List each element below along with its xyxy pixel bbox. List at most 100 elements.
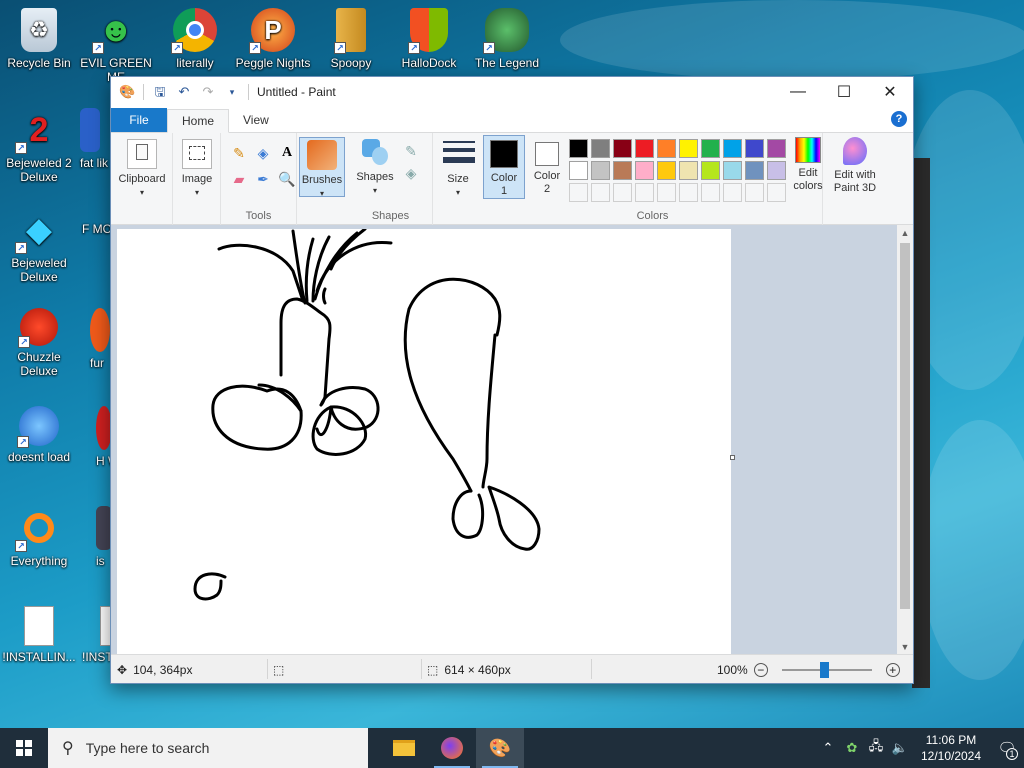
palette-swatch[interactable] (569, 139, 588, 158)
taskbar-paint[interactable]: 🎨 (476, 728, 524, 768)
palette-swatch[interactable] (591, 139, 610, 158)
desktop-icon-everything[interactable]: ↗ Everything (1, 500, 77, 568)
desktop-icon-bejeweled[interactable]: ◆ ↗ Bejeweled Deluxe (1, 202, 77, 284)
palette-swatch[interactable] (569, 183, 588, 202)
help-icon[interactable]: ? (891, 111, 907, 127)
scroll-thumb[interactable] (900, 243, 910, 609)
canvas-resize-handle[interactable] (730, 455, 735, 460)
clock[interactable]: 11:06 PM 12/10/2024 (912, 732, 990, 764)
palette-swatch[interactable] (635, 139, 654, 158)
taskbar-search-box[interactable]: ⚲ Type here to search (48, 728, 368, 768)
clipboard-button[interactable]: Clipboard ▾ (115, 139, 169, 199)
notifications-button[interactable]: 🗨 1 (990, 728, 1024, 768)
palette-swatch[interactable] (613, 139, 632, 158)
text-icon[interactable]: A (277, 143, 297, 163)
desktop-icon-installing[interactable]: !INSTALLIN... (1, 600, 77, 664)
scroll-down-icon[interactable]: ▼ (897, 639, 913, 655)
palette-swatch[interactable] (657, 183, 676, 202)
color2-button[interactable]: Color 2 (527, 135, 567, 196)
color-palette (569, 135, 791, 202)
magnifier-icon[interactable]: 🔍 (277, 169, 297, 189)
taskbar: ⚲ Type here to search 🎨 ⌃ ✿ 🖧 🔈 11:06 PM… (0, 728, 1024, 768)
tab-home[interactable]: Home (167, 109, 230, 133)
title-bar[interactable]: 🎨 🖫 ↶ ↷ ▾ Untitled - Paint — ☐ ✕ (111, 77, 913, 107)
edit-paint3d-button[interactable]: Edit with Paint 3D (825, 137, 885, 195)
palette-swatch[interactable] (679, 161, 698, 180)
color1-button[interactable]: Color 1 (483, 135, 525, 199)
network-icon[interactable]: 🖧 (864, 737, 888, 759)
zoom-slider-thumb[interactable] (819, 661, 829, 678)
desktop-icon-evil-green[interactable]: ☻↗ EVIL GREEN ME (78, 2, 154, 84)
minimize-button[interactable]: — (775, 77, 821, 107)
palette-swatch[interactable] (591, 161, 610, 180)
eraser-icon[interactable]: ▰ (229, 169, 249, 189)
palette-swatch[interactable] (701, 139, 720, 158)
palette-swatch[interactable] (635, 161, 654, 180)
pencil-icon[interactable]: ✎ (229, 143, 249, 163)
palette-swatch[interactable] (657, 161, 676, 180)
desktop-icon-recycle-bin[interactable]: ♻ Recycle Bin (1, 2, 77, 70)
volume-icon[interactable]: 🔈 (888, 740, 912, 756)
palette-swatch[interactable] (635, 183, 654, 202)
desktop-icon-doesnt-load[interactable]: ↗ doesnt load (1, 400, 77, 464)
edit-colors-button[interactable]: Edit colors (789, 137, 827, 193)
desktop-icon-chuzzle[interactable]: ↗ Chuzzle Deluxe (1, 302, 77, 378)
paint-app-icon[interactable]: 🎨 (119, 84, 135, 100)
palette-swatch[interactable] (569, 161, 588, 180)
palette-swatch[interactable] (745, 161, 764, 180)
desktop-icon-bejeweled2[interactable]: 2 ↗ Bejeweled 2 Deluxe (1, 102, 77, 184)
brushes-button[interactable]: Brushes ▾ (299, 137, 345, 198)
palette-swatch[interactable] (613, 161, 632, 180)
tray-app-icon[interactable]: ✿ (840, 740, 864, 756)
desktop-icon-literally[interactable]: ↗ literally (157, 2, 233, 70)
palette-swatch[interactable] (723, 161, 742, 180)
palette-swatch[interactable] (657, 139, 676, 158)
tab-view[interactable]: View (229, 108, 283, 132)
palette-swatch[interactable] (723, 139, 742, 158)
palette-swatch[interactable] (767, 161, 786, 180)
palette-swatch[interactable] (613, 183, 632, 202)
maximize-button[interactable]: ☐ (821, 77, 867, 107)
start-button[interactable] (0, 728, 48, 768)
save-icon[interactable]: 🖫 (152, 84, 168, 100)
colors-group: Color 1 Color 2 Colors Edit colors (483, 133, 823, 225)
palette-swatch[interactable] (767, 183, 786, 202)
size-button[interactable]: Size ▾ (437, 139, 479, 199)
chevron-up-icon[interactable]: ⌃ (816, 740, 840, 756)
desktop-icon-hallodock[interactable]: ↗ HalloDock (391, 2, 467, 70)
palette-swatch[interactable] (745, 139, 764, 158)
fill-icon[interactable]: ◈ (253, 143, 273, 163)
ribbon-tabs: File Home View ? (111, 107, 913, 133)
scroll-up-icon[interactable]: ▲ (897, 225, 913, 241)
palette-swatch[interactable] (679, 139, 698, 158)
color-picker-icon[interactable]: ✒ (253, 169, 273, 189)
taskbar-firefox[interactable] (428, 728, 476, 768)
zoom-slider[interactable] (781, 661, 872, 678)
undo-icon[interactable]: ↶ (176, 84, 192, 100)
palette-swatch[interactable] (745, 183, 764, 202)
paint-window[interactable]: 🎨 🖫 ↶ ↷ ▾ Untitled - Paint — ☐ ✕ File Ho… (110, 76, 914, 684)
zoom-in-icon[interactable]: + (885, 662, 900, 677)
vertical-scrollbar[interactable]: ▲ ▼ (897, 225, 913, 655)
redo-icon[interactable]: ↷ (200, 84, 216, 100)
image-button[interactable]: Image ▾ (175, 139, 219, 199)
palette-swatch[interactable] (767, 139, 786, 158)
shape-fill-icon[interactable]: ◈ (401, 163, 421, 183)
tab-file[interactable]: File (111, 108, 167, 132)
close-button[interactable]: ✕ (867, 77, 913, 107)
desktop-icon-peggle[interactable]: P ↗ Peggle Nights (235, 2, 311, 70)
zoom-out-icon[interactable]: − (753, 662, 768, 677)
drawing-canvas[interactable] (117, 227, 735, 655)
palette-swatch[interactable] (701, 183, 720, 202)
palette-swatch[interactable] (679, 183, 698, 202)
palette-swatch[interactable] (701, 161, 720, 180)
palette-swatch[interactable] (591, 183, 610, 202)
desktop-icon-the-legend[interactable]: ↗ The Legend (469, 2, 545, 70)
shapes-button[interactable]: Shapes ▾ (353, 137, 397, 197)
palette-swatch[interactable] (723, 183, 742, 202)
desktop-icon-spoopy[interactable]: ↗ Spoopy (313, 2, 389, 70)
customize-chevron-icon[interactable]: ▾ (224, 84, 240, 100)
outline-icon[interactable]: ✎ (401, 141, 421, 161)
desktop-icon-label: Spoopy (330, 56, 372, 70)
taskbar-file-explorer[interactable] (380, 728, 428, 768)
